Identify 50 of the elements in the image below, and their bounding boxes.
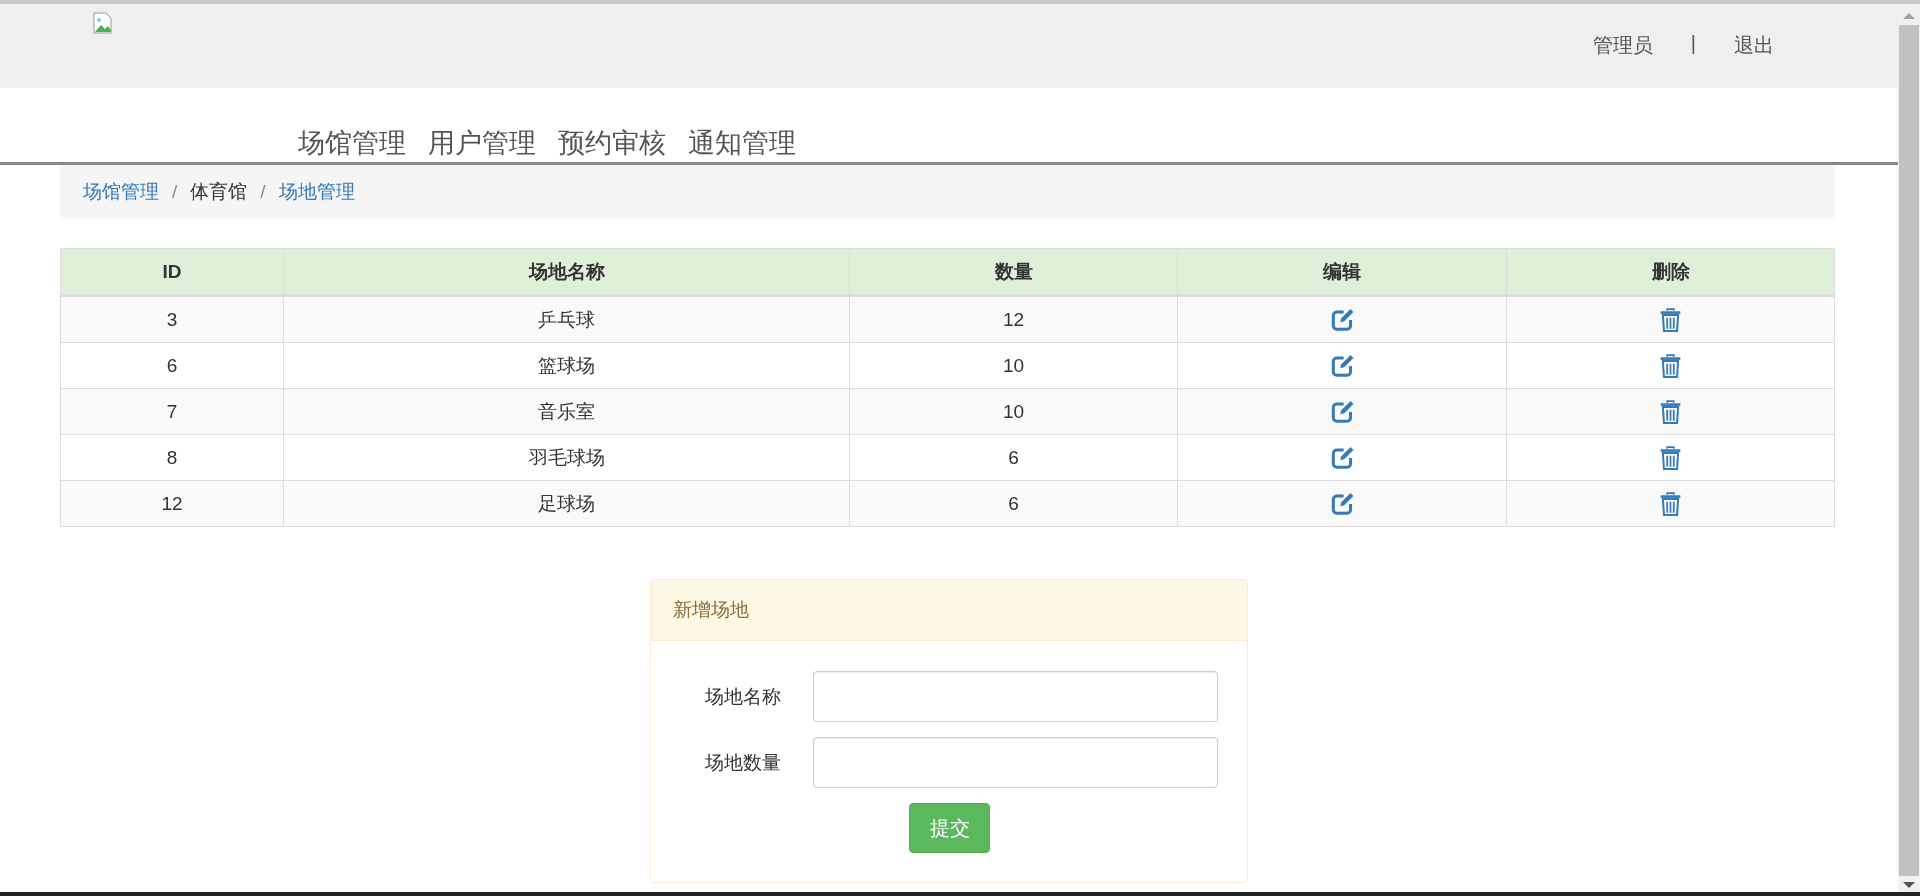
nav-link[interactable]: 用户管理 (428, 126, 536, 160)
trash-icon[interactable] (1659, 491, 1682, 516)
table-cell: 8 (60, 434, 284, 481)
trash-icon[interactable] (1659, 353, 1682, 378)
table-cell: 篮球场 (283, 342, 850, 389)
field-label: 场地数量 (704, 750, 782, 775)
trash-icon[interactable] (1659, 399, 1682, 424)
panel-title: 新增场地 (673, 598, 749, 622)
table-cell: 3 (60, 295, 284, 343)
nav-link[interactable]: 场馆管理 (298, 126, 406, 160)
breadcrumb-separator: / (172, 181, 178, 203)
input-field[interactable] (813, 671, 1218, 722)
breadcrumb-link[interactable]: 场地管理 (278, 179, 355, 205)
trash-icon[interactable] (1659, 445, 1682, 470)
table-cell: 10 (849, 342, 1178, 389)
trash-icon[interactable] (1659, 307, 1682, 332)
table-cell: 音乐室 (283, 388, 850, 435)
nav-link[interactable]: 通知管理 (688, 126, 796, 160)
table-cell: 6 (849, 480, 1178, 527)
admin-link[interactable]: 管理员 (1592, 32, 1653, 59)
column-header: 编辑 (1177, 248, 1507, 296)
table-cell: 羽毛球场 (283, 434, 850, 481)
breadcrumb-current: 体育馆 (190, 180, 248, 204)
input-field[interactable] (813, 737, 1218, 788)
table-cell: 足球场 (283, 480, 850, 527)
edit-icon[interactable] (1330, 307, 1354, 332)
scroll-down-icon[interactable] (1903, 882, 1915, 888)
breadcrumb-link[interactable]: 场馆管理 (83, 179, 159, 205)
table-cell: 12 (849, 295, 1178, 343)
scroll-up-icon[interactable] (1903, 13, 1915, 19)
logout-link[interactable]: 退出 (1734, 32, 1774, 59)
table-cell: 6 (849, 434, 1178, 481)
table-cell: 6 (60, 342, 284, 389)
field-label: 场地名称 (704, 684, 782, 709)
nav-link[interactable]: 预约审核 (558, 126, 666, 160)
divider-text: | (1690, 32, 1696, 56)
edit-icon[interactable] (1330, 353, 1354, 378)
breadcrumb-separator: / (260, 181, 266, 203)
edit-icon[interactable] (1330, 491, 1354, 516)
table-cell: 10 (849, 388, 1178, 435)
column-header: 删除 (1506, 248, 1835, 296)
table-cell: 7 (60, 388, 284, 435)
table-cell: 乒乓球 (283, 295, 850, 343)
column-header: 场地名称 (283, 248, 850, 296)
edit-icon[interactable] (1330, 445, 1354, 470)
edit-icon[interactable] (1330, 399, 1354, 424)
column-header: 数量 (849, 248, 1178, 296)
column-header: ID (60, 248, 284, 296)
broken-image-icon (93, 12, 113, 34)
table-cell: 12 (60, 480, 284, 527)
